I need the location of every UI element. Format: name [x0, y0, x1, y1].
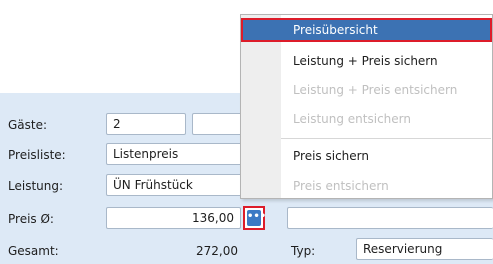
preis-input[interactable]: 136,00 — [106, 207, 241, 229]
leistung-label: Leistung: — [8, 179, 64, 193]
menu-item-preis-sichern[interactable]: Preis sichern — [241, 144, 492, 168]
gaeste-label: Gäste: — [8, 118, 48, 132]
menu-item-leistung-entsichern: Leistung entsichern — [293, 112, 411, 126]
menu-item-preisuebersicht[interactable]: Preisübersicht — [241, 18, 492, 42]
typ-select[interactable]: Reservierung — [356, 238, 493, 260]
menu-item-preis-entsichern: Preis entsichern — [293, 179, 389, 193]
ellipsis-icon: ••• — [247, 210, 266, 226]
menu-separator — [281, 138, 491, 139]
gesamt-label: Gesamt: — [8, 244, 59, 258]
preis-label: Preis Ø: — [8, 212, 54, 226]
menu-item-leistung-preis-sichern[interactable]: Leistung + Preis sichern — [241, 49, 492, 73]
preisliste-label: Preisliste: — [8, 148, 66, 162]
gesamt-value: 272,00 — [196, 244, 238, 258]
gaeste-input[interactable]: 2 — [106, 113, 186, 135]
preis-extra-field[interactable] — [287, 207, 493, 229]
preisliste-select[interactable]: Listenpreis — [106, 143, 256, 165]
leistung-select[interactable]: ÜN Frühstück — [106, 174, 256, 196]
price-options-button[interactable]: ••• — [243, 206, 266, 230]
typ-label: Typ: — [291, 244, 316, 258]
menu-item-leistung-preis-entsichern: Leistung + Preis entsichern — [293, 83, 458, 97]
price-context-menu: Preisübersicht Leistung + Preis sichern … — [240, 14, 493, 199]
